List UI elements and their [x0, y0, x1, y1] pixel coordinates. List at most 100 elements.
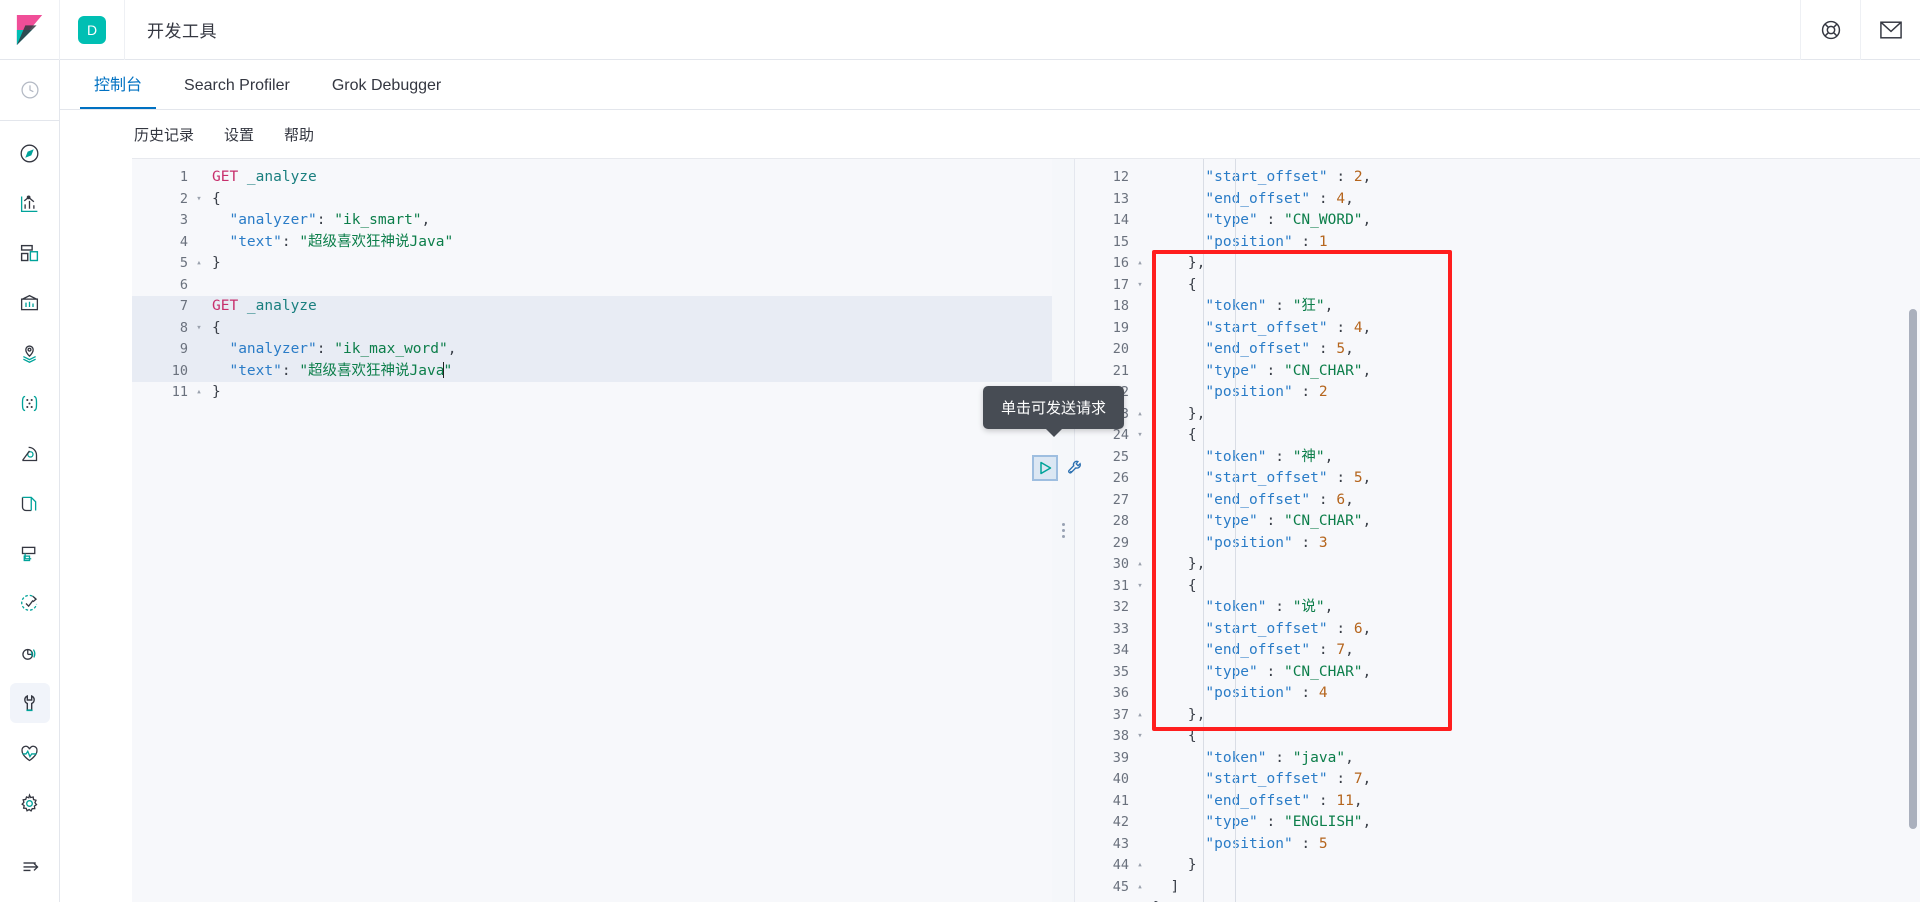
code-line: 10 "text": "超级喜欢狂神说Java" — [132, 360, 1052, 382]
request-actions — [1032, 455, 1086, 481]
line-number: 32 — [1112, 599, 1129, 615]
line-number: 37 — [1112, 706, 1129, 723]
fold-toggle-icon[interactable]: ▴ — [1133, 898, 1147, 902]
logs-icon — [21, 496, 37, 511]
sidebar-item-siem[interactable] — [10, 633, 50, 673]
collapse-nav-button[interactable] — [10, 846, 50, 886]
code-text: "end_offset" : 4, — [1153, 190, 1354, 207]
line-number: 39 — [1112, 749, 1129, 766]
sidebar-item-dev-tools[interactable] — [9, 683, 50, 723]
fold-toggle-icon[interactable]: ▾ — [192, 318, 206, 340]
code-text: "position" : 4 — [1153, 685, 1328, 701]
send-request-tooltip: 单击可发送请求 — [983, 386, 1125, 429]
code-line: 13 "end_offset" : 4, — [1075, 189, 1920, 211]
response-scrollbar[interactable] — [1909, 309, 1917, 829]
response-output-pane[interactable]: 12 "start_offset" : 2, 13 "end_offset" : … — [1074, 159, 1920, 902]
console-panels: 1 GET _analyze 2 ▾{3 "analyzer": "ik_smart"… — [132, 158, 1920, 902]
code-line: 35 "type" : "CN_CHAR", — [1075, 662, 1920, 684]
mail-button[interactable] — [1860, 0, 1920, 60]
send-request-button[interactable] — [1032, 455, 1058, 481]
sidebar-item-recently-viewed[interactable] — [10, 70, 50, 110]
header-actions — [1800, 0, 1920, 60]
fold-toggle-icon[interactable]: ▾ — [1133, 576, 1147, 598]
code-text: "position" : 1 — [1153, 233, 1328, 250]
fold-toggle-icon[interactable]: ▴ — [1133, 253, 1147, 275]
code-text: "text": "超级喜欢狂神说Java" — [212, 233, 454, 250]
kibana-logo-button[interactable] — [0, 0, 60, 60]
code-line: 27 "end_offset" : 6, — [1075, 490, 1920, 512]
request-editor[interactable]: 1 GET _analyze 2 ▾{3 "analyzer": "ik_smart"… — [132, 159, 1052, 902]
fold-toggle-icon[interactable]: ▴ — [1133, 705, 1147, 727]
code-line: 37 ▴ }, — [1075, 705, 1920, 727]
code-text: "end_offset" : 6, — [1153, 491, 1354, 508]
code-line: 19 "start_offset" : 4, — [1075, 318, 1920, 340]
submenu-history[interactable]: 历史记录 — [134, 124, 194, 145]
line-number: 18 — [1112, 298, 1129, 314]
sidebar-item-apm[interactable] — [10, 533, 50, 573]
code-text: "start_offset" : 5, — [1153, 470, 1372, 486]
fold-toggle-icon[interactable]: ▴ — [1133, 877, 1147, 899]
fold-toggle-icon[interactable]: ▾ — [192, 189, 206, 211]
fold-toggle-icon[interactable]: ▾ — [1133, 275, 1147, 297]
sidebar-item-canvas[interactable] — [10, 283, 50, 323]
sidebar-item-management[interactable] — [10, 783, 50, 823]
apm-icon — [21, 546, 36, 561]
sidebar-item-dashboard[interactable] — [10, 233, 50, 273]
request-options-button[interactable] — [1064, 457, 1086, 479]
code-text: "analyzer": "ik_smart", — [212, 212, 431, 228]
line-number: 31 — [1112, 577, 1129, 594]
sidebar-item-uptime[interactable] — [10, 583, 50, 623]
code-line: 36 "position" : 4 — [1075, 683, 1920, 705]
code-text: "token" : "java", — [1153, 749, 1354, 766]
sidebar-item-infrastructure[interactable] — [10, 433, 50, 473]
help-button[interactable] — [1800, 0, 1860, 60]
code-text: { — [1153, 276, 1197, 293]
line-number: 38 — [1112, 728, 1129, 744]
fold-toggle-icon[interactable]: ▾ — [1133, 726, 1147, 748]
code-text: { — [212, 190, 221, 207]
graph-nodes-icon — [21, 395, 38, 411]
fold-toggle-icon[interactable]: ▴ — [1133, 855, 1147, 877]
code-line: 31 ▾ { — [1075, 576, 1920, 598]
fold-toggle-icon[interactable]: ▴ — [1133, 404, 1147, 426]
tab-grok-debugger[interactable]: Grok Debugger — [318, 78, 455, 109]
sidebar-item-logs[interactable] — [10, 483, 50, 523]
request-editor-pane[interactable]: 1 GET _analyze 2 ▾{3 "analyzer": "ik_smart"… — [132, 159, 1052, 902]
submenu-settings[interactable]: 设置 — [224, 124, 254, 145]
code-text: { — [1153, 728, 1197, 744]
space-selector[interactable]: D — [60, 0, 125, 60]
line-number: 19 — [1112, 319, 1129, 336]
response-output: 12 "start_offset" : 2, 13 "end_offset" : … — [1075, 159, 1920, 902]
code-line: 16 ▴ }, — [1075, 253, 1920, 275]
code-text: "type" : "CN_WORD", — [1153, 212, 1372, 228]
fold-toggle-icon[interactable]: ▾ — [1133, 425, 1147, 447]
code-line: 26 "start_offset" : 5, — [1075, 468, 1920, 490]
wrench-icon — [1068, 460, 1081, 474]
code-line: 42 "type" : "ENGLISH", — [1075, 812, 1920, 834]
fold-toggle-icon[interactable]: ▴ — [192, 382, 206, 404]
code-line: 15 "position" : 1 — [1075, 232, 1920, 254]
line-number: 10 — [171, 362, 188, 379]
submenu-help[interactable]: 帮助 — [284, 124, 314, 145]
sidebar-item-machine-learning[interactable] — [10, 383, 50, 423]
uptime-check-icon — [21, 594, 38, 611]
code-line: 20 "end_offset" : 5, — [1075, 339, 1920, 361]
code-text: "position" : 3 — [1153, 534, 1328, 551]
code-text: } — [212, 255, 221, 271]
code-line: 23▴ }, — [1075, 404, 1920, 426]
tab-console[interactable]: 控制台 — [80, 78, 157, 109]
code-line: 41 "end_offset" : 11, — [1075, 791, 1920, 813]
sidebar-item-visualize[interactable] — [10, 183, 50, 223]
sidebar-item-maps[interactable] — [10, 333, 50, 373]
fold-toggle-icon[interactable]: ▴ — [1133, 554, 1147, 576]
bar-chart-icon — [20, 194, 38, 212]
sidebar-item-monitoring[interactable] — [10, 733, 50, 773]
code-text: { — [212, 319, 221, 336]
sidebar-item-discover[interactable] — [10, 133, 50, 173]
tab-search-profiler[interactable]: Search Profiler — [170, 78, 304, 109]
line-number: 28 — [1112, 513, 1129, 529]
pane-splitter[interactable] — [1052, 159, 1074, 902]
code-line: 22 "position" : 2 — [1075, 382, 1920, 404]
fold-toggle-icon[interactable]: ▴ — [192, 253, 206, 275]
heartbeat-icon — [21, 745, 38, 761]
